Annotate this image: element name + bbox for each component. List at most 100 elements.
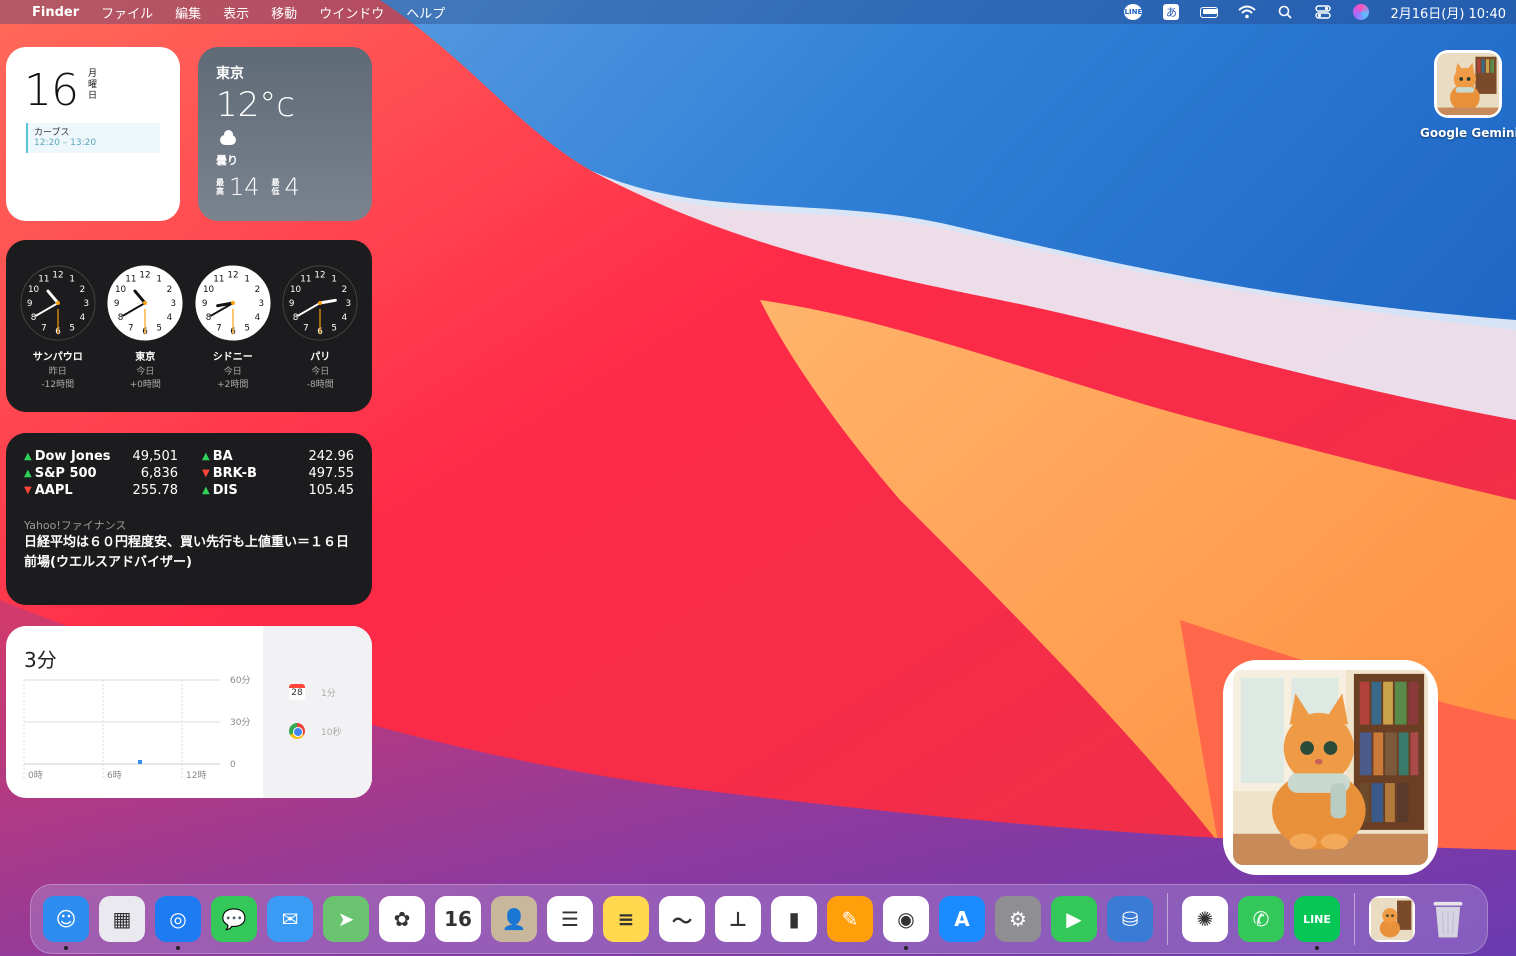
svg-text:7: 7: [216, 323, 222, 333]
app-usage-row[interactable]: 10秒: [289, 723, 341, 739]
photos-icon: ✿: [379, 896, 425, 942]
dock-item-notes[interactable]: ≡: [603, 896, 649, 942]
cat-photo: [1233, 670, 1428, 865]
up-arrow-icon: ▲: [202, 485, 210, 496]
messages-icon: 💬: [211, 896, 257, 942]
battery-icon[interactable]: [1200, 4, 1219, 20]
world-clock-widget[interactable]: 123456789101112 サンパウロ 昨日 -12時間 123456789…: [6, 240, 372, 412]
stock-symbol[interactable]: ▲ DIS: [202, 483, 302, 498]
calendar-event-title: カーブス: [34, 128, 70, 138]
dock-item-safari[interactable]: ◎: [155, 896, 201, 950]
svg-text:3: 3: [83, 299, 89, 309]
svg-text:4: 4: [254, 313, 260, 323]
numbers-icon: ▮: [771, 896, 817, 942]
menu-go[interactable]: 移動: [271, 3, 297, 22]
menu-clock[interactable]: 2月16日(月) 10:40: [1390, 3, 1506, 22]
input-method-icon[interactable]: あ: [1162, 4, 1180, 20]
dock-item-facetime[interactable]: ▶: [1051, 896, 1097, 942]
svg-text:1: 1: [332, 274, 338, 284]
calendar-widget[interactable]: 16 月曜日 カーブス 12:20 – 13:20: [6, 47, 180, 221]
desktop-icon-google-gemini[interactable]: Google Gemini: [1420, 50, 1516, 140]
siri-icon[interactable]: [1352, 4, 1370, 20]
dock-item-system-settings[interactable]: ⚙: [995, 896, 1041, 942]
dock-item-freeform[interactable]: 〜: [659, 896, 705, 942]
clock-day: 昨日: [48, 367, 67, 377]
dock-item-photo[interactable]: [1369, 896, 1415, 942]
menu-window[interactable]: ウインドウ: [319, 3, 384, 22]
wifi-icon[interactable]: [1238, 4, 1257, 20]
svg-text:10: 10: [115, 285, 126, 295]
calendar-event[interactable]: カーブス 12:20 – 13:20: [26, 123, 160, 153]
dock-item-numbers[interactable]: ▮: [771, 896, 817, 942]
dock-item-maps[interactable]: ➤: [323, 896, 369, 942]
dock-item-keynote[interactable]: ⊥: [715, 896, 761, 942]
calendar-day-number: 16: [24, 65, 79, 116]
svg-text:3: 3: [346, 299, 352, 309]
dock-item-reminders[interactable]: ☰: [547, 896, 593, 942]
dock-item-contacts[interactable]: 👤: [491, 896, 537, 942]
svg-text:1: 1: [69, 274, 75, 284]
weather-condition: 曇り: [216, 154, 238, 167]
app-usage-row[interactable]: 28 1分: [289, 684, 336, 700]
dock-item-app-store[interactable]: A: [939, 896, 985, 942]
dock-item-phone[interactable]: ✆: [1238, 896, 1284, 942]
dock-item-finder[interactable]: ☺: [43, 896, 89, 950]
menu-view[interactable]: 表示: [223, 3, 249, 22]
spotlight-search-icon[interactable]: [1276, 4, 1294, 20]
screen-time-chart: 60分 30分 0 0時 6時 12時: [23, 675, 250, 781]
stock-value: 255.78: [132, 483, 179, 498]
control-center-icon[interactable]: [1314, 4, 1332, 20]
svg-text:1: 1: [244, 274, 250, 284]
dock-item-launchpad[interactable]: ▦: [99, 896, 145, 942]
menu-file[interactable]: ファイル: [101, 3, 153, 22]
clock-city: サンパウロ: [32, 352, 83, 363]
line-status-icon[interactable]: LINE: [1124, 4, 1143, 20]
disk-utility-icon: ⛁: [1107, 896, 1153, 942]
dock-item-chatgpt[interactable]: ✺: [1182, 896, 1228, 942]
dock-item-pages[interactable]: ✎: [827, 896, 873, 942]
stock-symbol[interactable]: ▼ BRK-B: [202, 466, 302, 481]
dock-item-photos[interactable]: ✿: [379, 896, 425, 942]
pages-icon: ✎: [827, 896, 873, 942]
system-settings-icon: ⚙: [995, 896, 1041, 942]
clock-city: 東京: [135, 352, 156, 363]
svg-text:12: 12: [140, 271, 151, 281]
running-indicator: [64, 946, 68, 950]
keynote-icon: ⊥: [715, 896, 761, 942]
stock-value: 105.45: [308, 483, 355, 498]
svg-text:5: 5: [332, 323, 338, 333]
stock-symbol[interactable]: ▲ S&P 500: [24, 466, 124, 481]
dock-item-chrome[interactable]: ◉: [883, 896, 929, 950]
down-arrow-icon: ▼: [202, 468, 210, 479]
freeform-icon: 〜: [659, 896, 705, 942]
photo-widget[interactable]: [1223, 660, 1438, 875]
stock-symbol[interactable]: ▲ Dow Jones: [24, 449, 124, 464]
news-headline[interactable]: 日経平均は６０円程度安、買い先行も上値重い＝１６日前場(ウエルスアドバイザー): [24, 533, 354, 573]
x-tick-label: 6時: [107, 770, 122, 781]
svg-text:12: 12: [52, 271, 63, 281]
stocks-widget[interactable]: ▲ Dow Jones 49,501 ▲ BA 242.96 ▲ S&P 500 6,…: [6, 433, 372, 605]
stock-symbol[interactable]: ▼ AAPL: [24, 483, 124, 498]
weather-high-label: 最高: [216, 178, 224, 196]
stock-symbol[interactable]: ▲ BA: [202, 449, 302, 464]
dock-item-trash[interactable]: [1425, 896, 1471, 942]
cat-image-icon: [1369, 896, 1415, 942]
clock-face-icon: 123456789101112: [282, 265, 358, 341]
svg-text:10: 10: [28, 285, 39, 295]
app-store-icon: A: [939, 896, 985, 942]
dock-item-disk-utility[interactable]: ⛁: [1107, 896, 1153, 942]
menu-help[interactable]: ヘルプ: [406, 3, 445, 22]
dock-item-calendar[interactable]: 16: [435, 896, 481, 942]
dock-item-messages[interactable]: 💬: [211, 896, 257, 942]
chatgpt-icon: ✺: [1182, 896, 1228, 942]
screen-time-widget[interactable]: 3分 60分 30分 0 0時 6時 12時 28 1分 10秒: [6, 626, 372, 798]
dock-item-mail[interactable]: ✉: [267, 896, 313, 942]
menu-edit[interactable]: 編集: [175, 3, 201, 22]
menu-app-name[interactable]: Finder: [32, 5, 79, 20]
mail-icon: ✉: [267, 896, 313, 942]
weather-widget[interactable]: 東京 12°c 曇り 最高 14 最低 4: [198, 47, 372, 221]
svg-text:12: 12: [227, 271, 238, 281]
dock-item-line[interactable]: LINE: [1294, 896, 1340, 950]
running-indicator: [1315, 946, 1319, 950]
contacts-icon: 👤: [491, 896, 537, 942]
